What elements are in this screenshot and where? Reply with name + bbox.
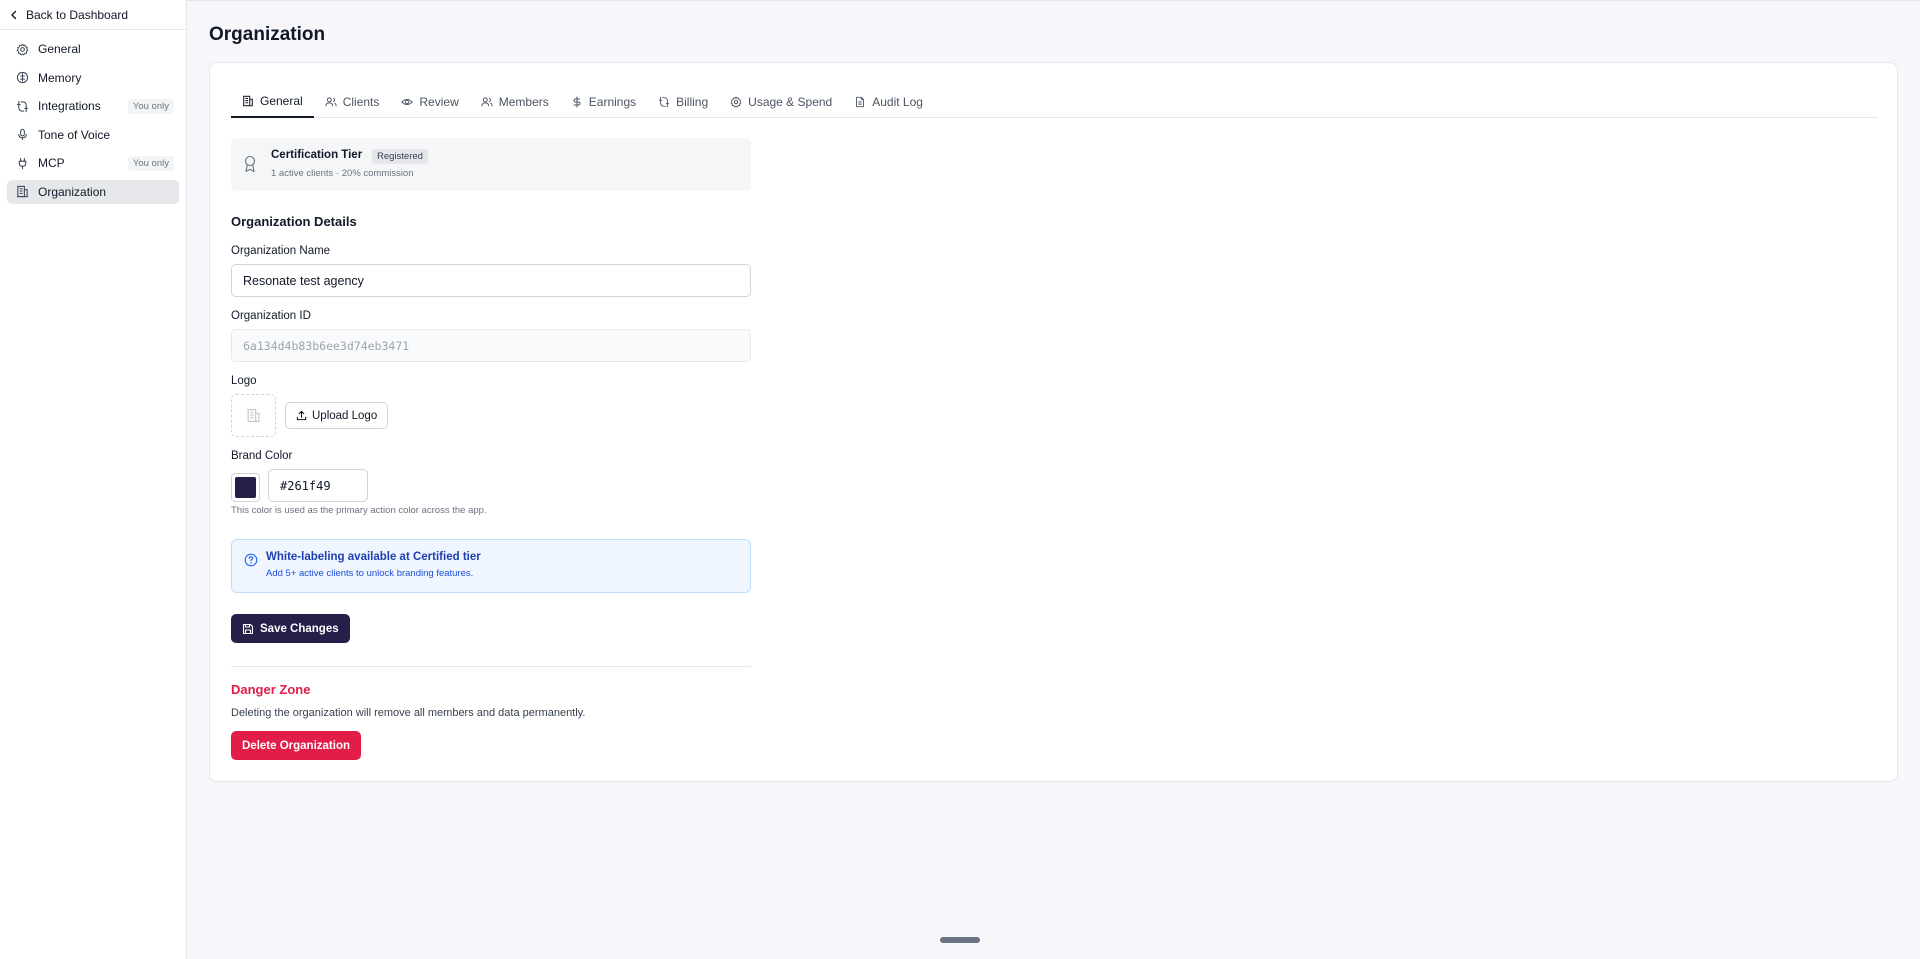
- tab-members[interactable]: Members: [470, 86, 560, 118]
- sidebar-item-mcp[interactable]: MCP You only: [7, 151, 179, 175]
- you-only-badge: You only: [127, 98, 174, 114]
- plug-icon: [16, 157, 29, 170]
- tab-label: Review: [419, 95, 459, 109]
- tab-label: Usage & Spend: [748, 95, 833, 109]
- gear-icon: [16, 43, 29, 56]
- tab-review[interactable]: Review: [390, 86, 469, 118]
- upload-logo-button[interactable]: Upload Logo: [285, 402, 389, 429]
- settings-sidebar: Back to Dashboard General Memory Integra…: [0, 0, 187, 959]
- document-icon: [856, 96, 865, 108]
- gear-icon: [730, 96, 742, 108]
- building-icon: [247, 409, 260, 422]
- sidebar-item-integrations[interactable]: Integrations You only: [7, 94, 179, 118]
- delete-organization-label: Delete Organization: [242, 739, 350, 752]
- save-icon: [242, 623, 254, 634]
- brand-color-picker[interactable]: [231, 473, 260, 502]
- delete-organization-button[interactable]: Delete Organization: [231, 731, 361, 760]
- danger-zone-heading: Danger Zone: [231, 682, 311, 697]
- tab-label: Audit Log: [872, 95, 923, 109]
- you-only-badge: You only: [127, 155, 174, 171]
- building-icon: [243, 95, 253, 107]
- sidebar-item-tone-of-voice[interactable]: Tone of Voice: [7, 123, 179, 147]
- plug-connect-icon: [16, 100, 29, 113]
- logo-label: Logo: [231, 375, 257, 387]
- tab-label: Members: [498, 95, 549, 109]
- sidebar-item-general[interactable]: General: [7, 37, 179, 61]
- building-icon: [16, 185, 29, 198]
- sidebar-item-label: MCP: [38, 156, 65, 170]
- page-title: Organization: [209, 24, 326, 45]
- tab-audit-log[interactable]: Audit Log: [843, 86, 934, 118]
- certification-tier-subtitle: 1 active clients · 20% commission: [271, 168, 414, 179]
- microphone-icon: [16, 128, 29, 141]
- brand-color-label: Brand Color: [231, 450, 293, 462]
- tab-clients[interactable]: Clients: [314, 86, 391, 118]
- certification-tier-panel: Certification Tier Registered 1 active c…: [231, 138, 751, 191]
- dollar-icon: [573, 96, 581, 108]
- white-labeling-notice: White-labeling available at Certified ti…: [231, 539, 751, 593]
- organization-details-heading: Organization Details: [231, 214, 357, 229]
- organization-id-field[interactable]: [231, 329, 751, 362]
- tab-label: Clients: [342, 95, 380, 109]
- tab-general[interactable]: General: [231, 86, 314, 118]
- sidebar-item-label: Memory: [38, 70, 82, 85]
- white-labeling-title: White-labeling available at Certified ti…: [266, 551, 481, 563]
- brand-color-help-text: This color is used as the primary action…: [231, 505, 487, 516]
- sidebar-item-label: General: [38, 42, 81, 56]
- tier-badge: Registered: [372, 149, 428, 164]
- danger-zone-description: Deleting the organization will remove al…: [231, 707, 586, 719]
- brand-color-hex-input[interactable]: [268, 469, 368, 502]
- eye-icon: [401, 98, 414, 106]
- organization-card: General Clients Review Members Earnings …: [209, 62, 1898, 782]
- organization-id-label: Organization ID: [231, 310, 311, 322]
- certification-tier-title: Certification Tier: [271, 149, 363, 161]
- logo-placeholder: [231, 394, 276, 437]
- organization-name-label: Organization Name: [231, 245, 331, 257]
- users-icon: [481, 97, 493, 107]
- tab-billing[interactable]: Billing: [647, 86, 719, 118]
- plug-connect-icon: [658, 96, 670, 108]
- award-icon: [244, 155, 256, 173]
- save-changes-label: Save Changes: [260, 622, 339, 635]
- tab-label: Earnings: [588, 95, 637, 109]
- section-divider: [231, 666, 751, 667]
- organization-tabs: General Clients Review Members Earnings …: [231, 86, 1878, 118]
- upload-logo-label: Upload Logo: [312, 409, 378, 422]
- back-link-label: Back to Dashboard: [26, 8, 129, 22]
- sidebar-item-memory[interactable]: Memory: [7, 66, 179, 90]
- sidebar-item-organization[interactable]: Organization: [7, 179, 179, 204]
- brain-icon: [16, 71, 29, 84]
- sidebar-item-label: Organization: [38, 184, 107, 199]
- sidebar-item-label: Integrations: [38, 99, 101, 113]
- tab-label: General: [260, 94, 303, 108]
- white-labeling-subtitle: Add 5+ active clients to unlock branding…: [266, 568, 474, 579]
- users-icon: [325, 97, 337, 107]
- organization-name-input[interactable]: [231, 264, 751, 297]
- sidebar-item-label: Tone of Voice: [38, 127, 111, 142]
- tab-label: Billing: [676, 95, 709, 109]
- help-circle-icon: [244, 553, 258, 567]
- save-changes-button[interactable]: Save Changes: [231, 614, 350, 643]
- brand-color-swatch: [235, 477, 256, 498]
- upload-icon: [296, 410, 307, 421]
- sidebar-divider: [0, 29, 187, 30]
- tab-usage-spend[interactable]: Usage & Spend: [719, 86, 843, 118]
- back-to-dashboard-link[interactable]: Back to Dashboard: [8, 6, 128, 24]
- tab-earnings[interactable]: Earnings: [560, 86, 647, 118]
- scroll-handle[interactable]: [940, 937, 980, 943]
- sidebar-nav: General Memory Integrations You only Ton…: [7, 37, 179, 208]
- chevron-left-icon: [11, 10, 17, 20]
